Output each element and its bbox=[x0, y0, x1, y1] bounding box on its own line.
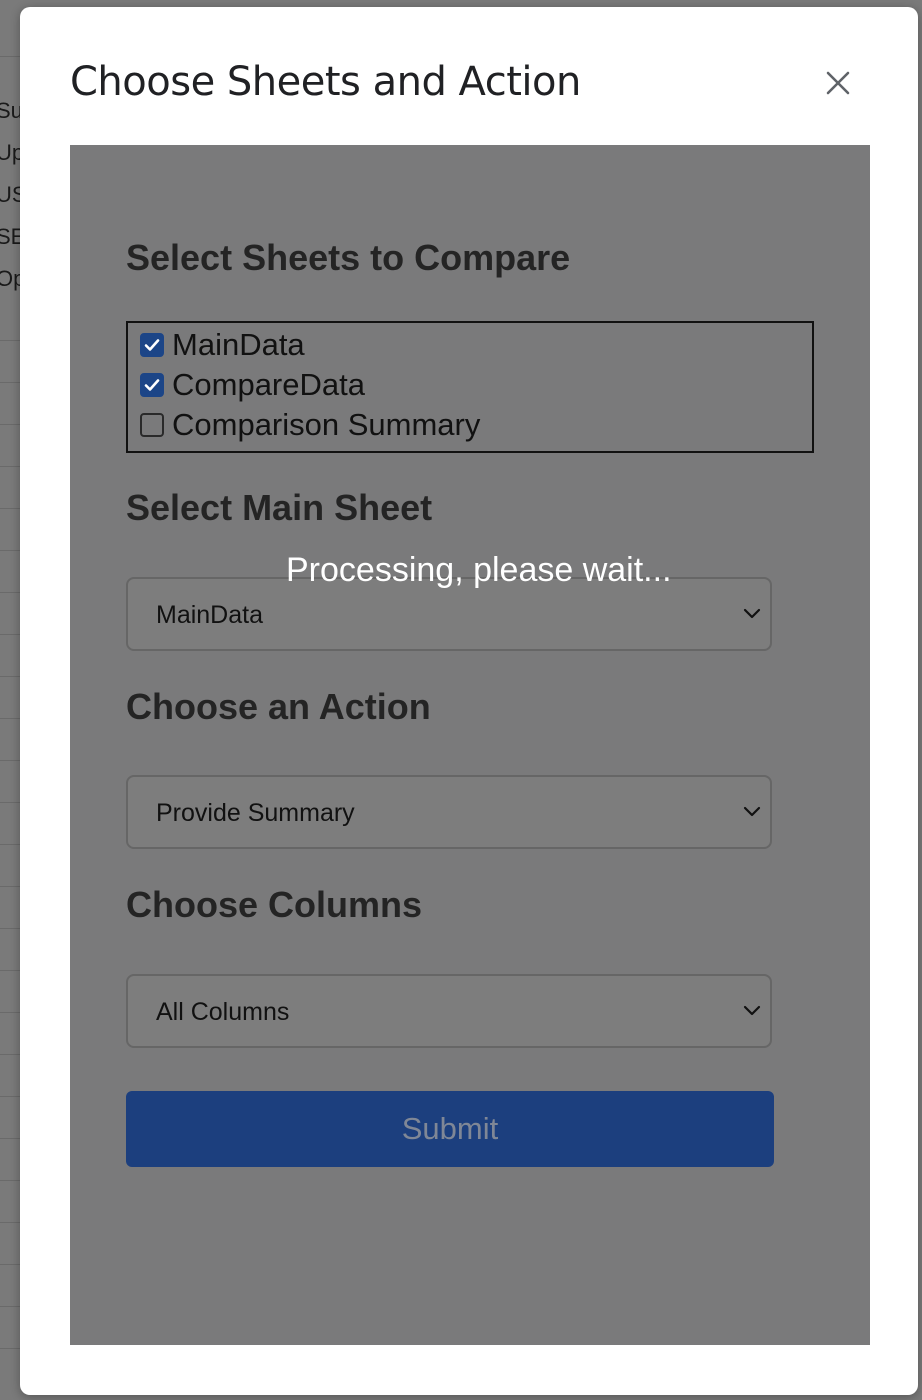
main-sheet-heading: Select Main Sheet bbox=[126, 487, 433, 528]
sheet-option-comparison-summary[interactable]: Comparison Summary bbox=[140, 406, 480, 444]
sheets-checkbox-group: MainData CompareData Comparison Summary bbox=[126, 321, 814, 453]
dialog-title: Choose Sheets and Action bbox=[70, 59, 581, 105]
columns-heading: Choose Columns bbox=[126, 884, 423, 925]
sheet-option-label: MainData bbox=[172, 327, 305, 362]
dialog-content: Select Sheets to Compare MainData Compar… bbox=[70, 145, 870, 1345]
choose-sheets-dialog: Choose Sheets and Action Select Sheets t… bbox=[20, 7, 918, 1395]
chevron-down-icon bbox=[743, 608, 761, 619]
close-icon bbox=[826, 71, 850, 95]
checkbox-checked[interactable] bbox=[140, 333, 164, 357]
action-heading: Choose an Action bbox=[126, 686, 431, 727]
checkbox-checked[interactable] bbox=[140, 373, 164, 397]
chevron-down-icon bbox=[743, 806, 761, 817]
columns-select-value: All Columns bbox=[156, 998, 290, 1026]
action-select[interactable]: Provide Summary bbox=[126, 775, 772, 849]
columns-select[interactable]: All Columns bbox=[126, 974, 772, 1048]
sheet-option-maindata[interactable]: MainData bbox=[140, 326, 305, 364]
action-select-value: Provide Summary bbox=[156, 799, 355, 827]
chevron-down-icon bbox=[743, 1005, 761, 1016]
sheet-option-comparedata[interactable]: CompareData bbox=[140, 366, 365, 404]
sheets-heading: Select Sheets to Compare bbox=[126, 237, 571, 278]
sheet-option-label: Comparison Summary bbox=[172, 407, 481, 442]
submit-button[interactable]: Submit bbox=[126, 1091, 774, 1167]
close-button[interactable] bbox=[820, 65, 856, 101]
processing-message: Processing, please wait... bbox=[286, 551, 672, 589]
checkmark-icon bbox=[144, 379, 160, 391]
sheet-option-label: CompareData bbox=[172, 367, 365, 402]
checkbox-unchecked[interactable] bbox=[140, 413, 164, 437]
main-sheet-select-value: MainData bbox=[156, 601, 263, 629]
checkmark-icon bbox=[144, 339, 160, 351]
